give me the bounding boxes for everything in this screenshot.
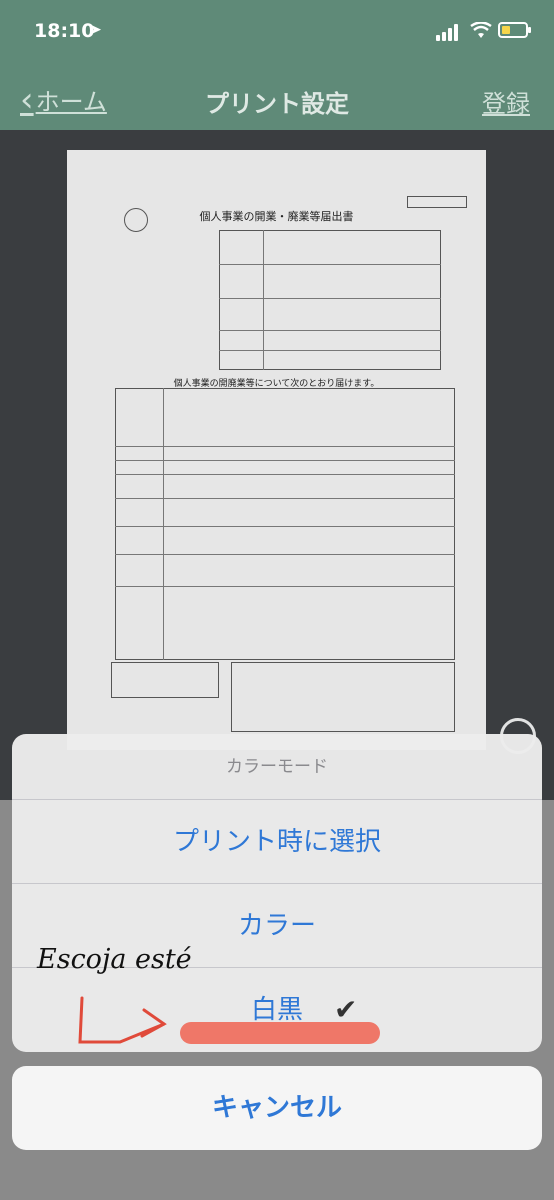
document-title: 個人事業の開業・廃業等届出書 — [199, 210, 354, 223]
annotation-text: Escoja esté — [37, 944, 192, 975]
form-line — [115, 526, 455, 527]
form-body-box — [115, 388, 455, 660]
form-line — [115, 446, 455, 447]
page-title: プリント設定 — [205, 90, 349, 118]
status-bar: 18:10 ➤ — [0, 0, 554, 64]
form-footer-table — [231, 662, 455, 732]
annotation-arrow-icon — [78, 996, 167, 1044]
register-button[interactable]: 登録 — [482, 84, 530, 119]
form-line — [115, 554, 455, 555]
form-line — [263, 230, 264, 370]
cellular-signal-icon — [436, 23, 462, 41]
battery-icon — [498, 22, 531, 38]
form-line — [219, 298, 441, 299]
form-line — [219, 264, 441, 265]
form-line — [115, 498, 455, 499]
document-preview: 個人事業の開業・廃業等届出書 個人事業の開廃業等について次のとおり届けます。 — [67, 150, 486, 750]
form-line — [115, 474, 455, 475]
form-line — [219, 350, 441, 351]
action-sheet-title: カラーモード — [12, 734, 542, 800]
option-monochrome-label: 白黒 — [250, 995, 303, 1025]
navigation-bar: ‹ ホーム プリント設定 登録 — [0, 70, 554, 126]
form-line — [219, 330, 441, 331]
form-line — [115, 586, 455, 587]
option-select-at-print[interactable]: プリント時に選択 — [12, 800, 542, 884]
form-line — [115, 460, 455, 461]
form-footer-box — [111, 662, 219, 698]
top-bar: 18:10 ➤ ‹ ホーム プリント設定 登録 — [0, 0, 554, 130]
cancel-button[interactable]: キャンセル — [12, 1066, 542, 1150]
status-time: 18:10 — [34, 20, 95, 42]
annotation-highlight — [180, 1022, 380, 1044]
wifi-icon — [470, 22, 492, 38]
form-header-box — [219, 230, 441, 370]
location-arrow-icon: ➤ — [90, 22, 102, 38]
form-number-box — [407, 196, 467, 208]
form-line — [163, 388, 164, 660]
